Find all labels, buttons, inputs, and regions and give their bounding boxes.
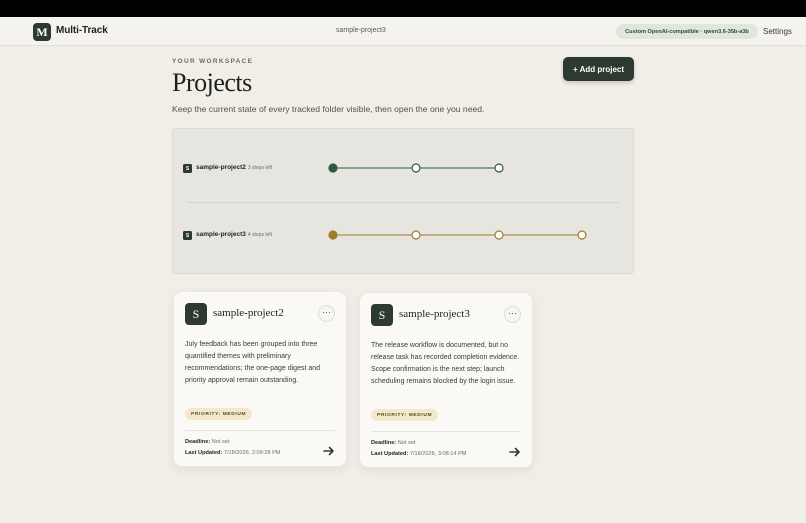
tracker-project-title: sample-project2	[196, 164, 246, 171]
workspace-eyebrow: YOUR WORKSPACE	[172, 58, 254, 65]
step-pending-marker[interactable]	[577, 230, 587, 240]
tracker-project-name: sample-project3 4 steps left	[196, 231, 272, 238]
updated-row: Last Updated: 7/18/2026, 2:09:28 PM	[185, 450, 280, 456]
steps-left-label: 3 steps left	[247, 165, 273, 171]
model-badge[interactable]: Custom OpenAI-compatible · qwen3.6-35b-a…	[616, 24, 758, 39]
project-badge: S	[183, 231, 192, 240]
project-card-description: July feedback has been grouped into thre…	[185, 341, 321, 385]
step-pending-marker[interactable]	[494, 230, 504, 240]
tracker-row[interactable]: S sample-project2 3 steps left	[173, 159, 633, 179]
more-horizontal-icon[interactable]: ···	[318, 305, 335, 322]
tracker-project-title: sample-project3	[196, 231, 246, 238]
steps-left-label: 4 steps left	[247, 232, 273, 238]
system-top-bar	[0, 0, 806, 17]
page-title: Projects	[172, 68, 252, 97]
updated-value: 7/18/2026, 3:08:14 PM	[409, 451, 467, 457]
project-card-title[interactable]: sample-project2	[213, 307, 284, 319]
more-horizontal-icon[interactable]: ···	[504, 306, 521, 323]
step-complete-marker[interactable]	[328, 230, 338, 240]
app-logo[interactable]: M	[33, 23, 51, 41]
page-subtitle: Keep the current state of every tracked …	[172, 104, 485, 114]
updated-row: Last Updated: 7/18/2026, 3:08:14 PM	[371, 451, 466, 457]
updated-label: Last Updated:	[371, 451, 409, 457]
deadline-row: Deadline: Not set	[371, 440, 415, 446]
deadline-label: Deadline:	[371, 440, 397, 446]
updated-value: 7/18/2026, 2:09:28 PM	[223, 450, 281, 456]
current-project-label: sample-project3	[336, 27, 386, 34]
project-avatar: S	[185, 303, 207, 325]
priority-badge: PRIORITY: MEDIUM	[371, 409, 439, 421]
app-name[interactable]: Multi-Track	[56, 25, 108, 36]
tracker-divider	[187, 202, 619, 203]
card-divider	[371, 431, 521, 432]
card-divider	[185, 430, 335, 431]
deadline-label: Deadline:	[185, 439, 211, 445]
tracker-row[interactable]: S sample-project3 4 steps left	[173, 226, 633, 246]
updated-label: Last Updated:	[185, 450, 223, 456]
deadline-row: Deadline: Not set	[185, 439, 229, 445]
arrow-right-icon[interactable]	[509, 447, 521, 457]
step-track-svg	[328, 230, 587, 240]
top-navbar: M Multi-Track sample-project3 Custom Ope…	[0, 17, 806, 46]
arrow-right-icon[interactable]	[323, 446, 335, 456]
project-card-title[interactable]: sample-project3	[399, 308, 470, 320]
project-badge: S	[183, 164, 192, 173]
step-pending-marker[interactable]	[494, 163, 504, 173]
deadline-value: Not set	[397, 440, 416, 446]
step-pending-marker[interactable]	[411, 163, 421, 173]
deadline-value: Not set	[211, 439, 230, 445]
settings-link[interactable]: Settings	[763, 27, 792, 36]
priority-badge: PRIORITY: MEDIUM	[185, 408, 253, 420]
project-card-description: The release workflow is documented, but …	[371, 342, 520, 386]
progress-tracker-panel: S sample-project2 3 steps left S sample-p…	[172, 128, 634, 274]
project-avatar: S	[371, 304, 393, 326]
step-track-svg	[328, 163, 504, 173]
step-pending-marker[interactable]	[411, 230, 421, 240]
add-project-button[interactable]: + Add project	[563, 57, 634, 81]
project-card[interactable]: S sample-project2 ··· July feedback has …	[173, 291, 347, 467]
tracker-project-name: sample-project2 3 steps left	[196, 164, 272, 171]
project-card[interactable]: S sample-project3 ··· The release workfl…	[359, 292, 533, 468]
step-complete-marker[interactable]	[328, 163, 338, 173]
